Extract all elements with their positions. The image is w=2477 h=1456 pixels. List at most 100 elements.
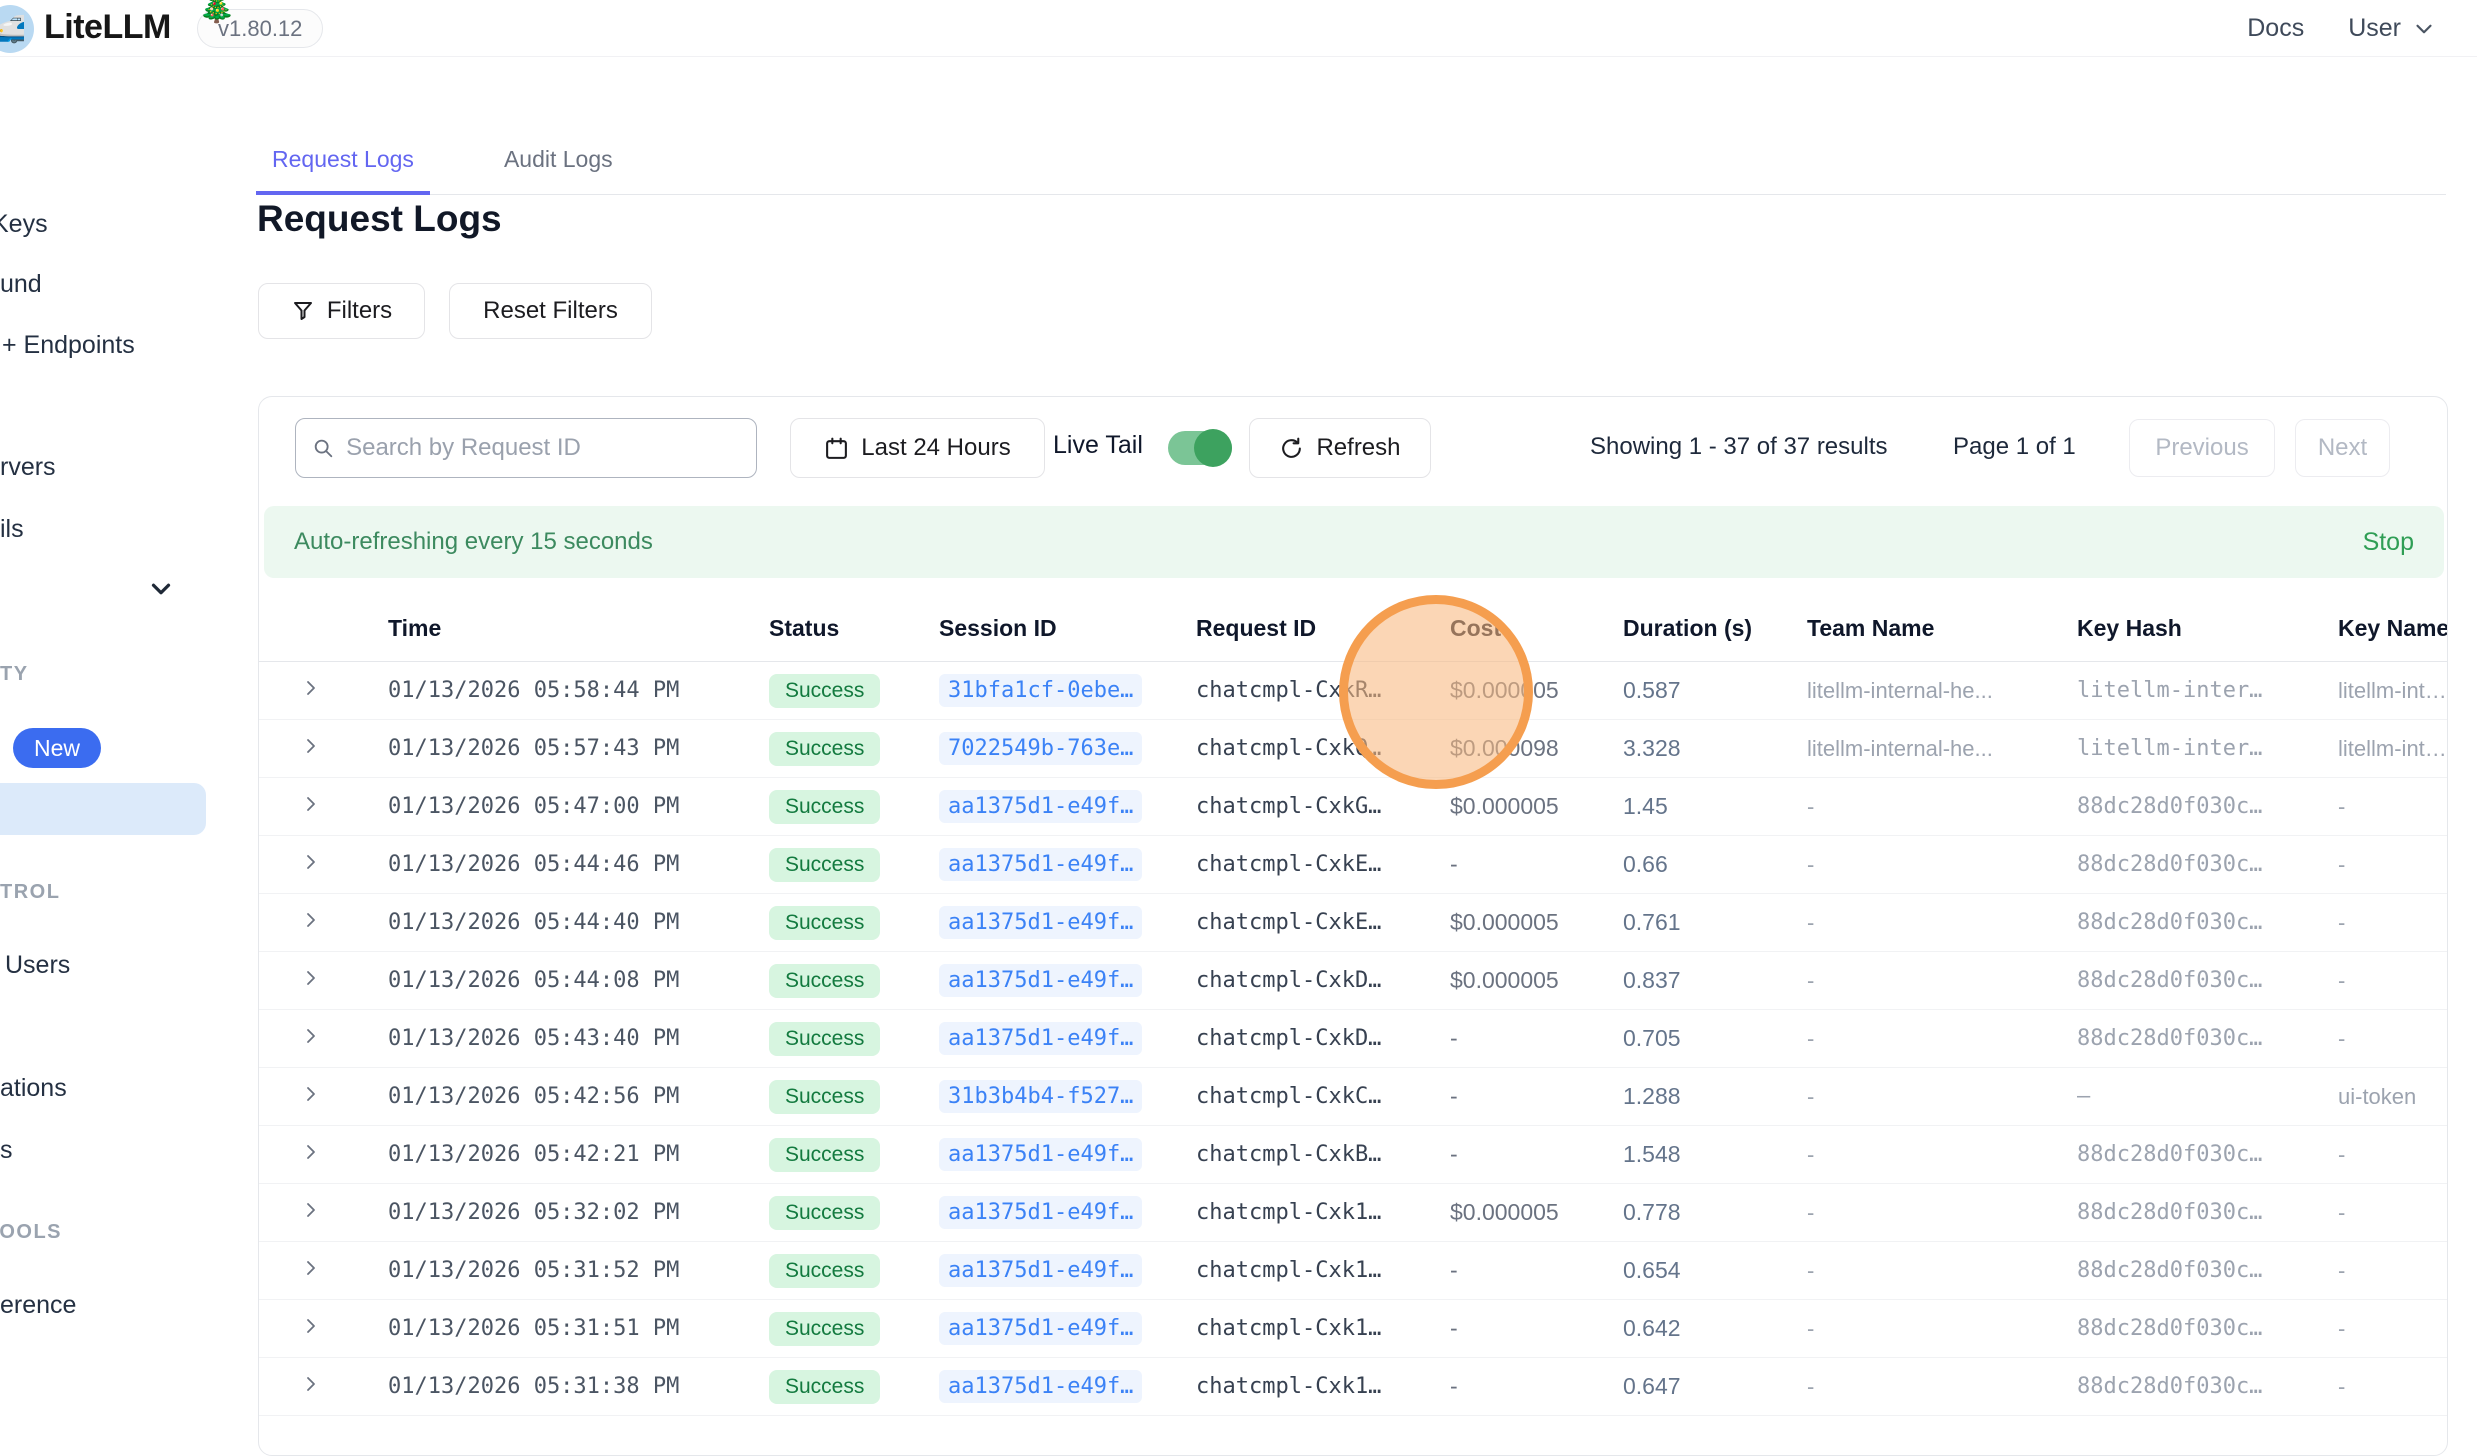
session-id-link[interactable]: aa1375d1-e49f… xyxy=(939,1138,1142,1171)
expand-row-chevron-icon[interactable] xyxy=(299,1082,323,1106)
navbar-right: Docs User xyxy=(2247,0,2437,57)
logs-card: Last 24 Hours Live Tail Refresh Showing … xyxy=(258,396,2448,1456)
sidebar-item[interactable]: und xyxy=(0,270,42,299)
table-row[interactable]: 01/13/2026 05:43:40 PM Success aa1375d1-… xyxy=(259,1010,2447,1068)
session-id-link[interactable]: aa1375d1-e49f… xyxy=(939,1254,1142,1287)
stop-auto-refresh-link[interactable]: Stop xyxy=(2363,528,2414,557)
results-summary: Showing 1 - 37 of 37 results xyxy=(1590,433,1888,461)
refresh-button[interactable]: Refresh xyxy=(1249,418,1431,478)
cell-time: 01/13/2026 05:32:02 PM xyxy=(388,1200,769,1225)
table-row[interactable]: 01/13/2026 05:44:46 PM Success aa1375d1-… xyxy=(259,836,2447,894)
expand-row-chevron-icon[interactable] xyxy=(299,1314,323,1338)
table-row[interactable]: 01/13/2026 05:47:00 PM Success aa1375d1-… xyxy=(259,778,2447,836)
refresh-icon xyxy=(1279,436,1304,461)
sidebar-item[interactable]: erence xyxy=(0,1291,76,1320)
chevron-down-icon xyxy=(2411,16,2437,42)
cell-key-name: - xyxy=(2338,1142,2448,1168)
status-badge: Success xyxy=(769,732,880,766)
previous-page-button[interactable]: Previous xyxy=(2129,419,2275,477)
expand-row-chevron-icon[interactable] xyxy=(299,850,323,874)
train-emoji-icon: 🚅 xyxy=(0,14,26,45)
table-row[interactable]: 01/13/2026 05:42:21 PM Success aa1375d1-… xyxy=(259,1126,2447,1184)
cell-team-name: - xyxy=(1807,1374,2077,1400)
live-tail-label: Live Tail xyxy=(1053,431,1143,460)
sidebar-section-label: TY xyxy=(0,663,29,686)
sidebar-item[interactable]: Users xyxy=(5,951,70,980)
cell-time: 01/13/2026 05:44:40 PM xyxy=(388,910,769,935)
next-page-button[interactable]: Next xyxy=(2295,419,2390,477)
cell-duration: 0.642 xyxy=(1623,1315,1807,1342)
table-row[interactable]: 01/13/2026 05:31:38 PM Success aa1375d1-… xyxy=(259,1358,2447,1416)
sidebar-item[interactable]: s xyxy=(0,1136,13,1165)
table-row[interactable]: 01/13/2026 05:57:43 PM Success 7022549b-… xyxy=(259,720,2447,778)
expand-row-chevron-icon[interactable] xyxy=(299,1140,323,1164)
session-id-link[interactable]: aa1375d1-e49f… xyxy=(939,1370,1142,1403)
cell-cost: $0.000005 xyxy=(1450,909,1623,936)
table-row[interactable]: 01/13/2026 05:31:51 PM Success aa1375d1-… xyxy=(259,1300,2447,1358)
user-menu[interactable]: User xyxy=(2348,14,2437,43)
table-row[interactable]: 01/13/2026 05:32:02 PM Success aa1375d1-… xyxy=(259,1184,2447,1242)
session-id-link[interactable]: 31bfa1cf-0ebe… xyxy=(939,674,1142,707)
cell-cost: $0.000098 xyxy=(1450,735,1623,762)
expand-row-chevron-icon[interactable] xyxy=(299,966,323,990)
expand-row-chevron-icon[interactable] xyxy=(299,1024,323,1048)
session-id-link[interactable]: aa1375d1-e49f… xyxy=(939,964,1142,997)
sidebar-item[interactable]: Keys xyxy=(0,210,48,239)
cell-request-id: chatcmpl-CxkR… xyxy=(1196,678,1450,703)
expand-row-chevron-icon[interactable] xyxy=(299,1372,323,1396)
filters-button[interactable]: Filters xyxy=(258,283,425,339)
previous-label: Previous xyxy=(2155,434,2248,462)
cell-key-name: - xyxy=(2338,1026,2448,1052)
docs-link[interactable]: Docs xyxy=(2247,14,2304,43)
time-range-button[interactable]: Last 24 Hours xyxy=(790,418,1045,478)
session-id-link[interactable]: 7022549b-763e… xyxy=(939,732,1142,765)
tab-request-logs[interactable]: Request Logs xyxy=(256,132,430,195)
table-row[interactable]: 01/13/2026 05:44:08 PM Success aa1375d1-… xyxy=(259,952,2447,1010)
sidebar-active-item-highlight[interactable] xyxy=(0,783,206,835)
expand-row-chevron-icon[interactable] xyxy=(299,676,323,700)
session-id-link[interactable]: aa1375d1-e49f… xyxy=(939,790,1142,823)
session-id-link[interactable]: 31b3b4b4-f527… xyxy=(939,1080,1142,1113)
table-row[interactable]: 01/13/2026 05:44:40 PM Success aa1375d1-… xyxy=(259,894,2447,952)
session-id-link[interactable]: aa1375d1-e49f… xyxy=(939,1312,1142,1345)
expand-row-chevron-icon[interactable] xyxy=(299,1198,323,1222)
sidebar-item[interactable]: + Endpoints xyxy=(2,331,135,360)
cell-key-hash: 88dc28d0f030c… xyxy=(2077,968,2338,993)
sidebar-item[interactable]: rvers xyxy=(0,453,56,482)
expand-row-chevron-icon[interactable] xyxy=(299,908,323,932)
search-input[interactable] xyxy=(346,434,740,462)
expand-row-chevron-icon[interactable] xyxy=(299,734,323,758)
table-row[interactable]: 01/13/2026 05:58:44 PM Success 31bfa1cf-… xyxy=(259,662,2447,720)
top-navbar: 🚅 LiteLLM 🎄 v1.80.12 Docs User xyxy=(0,0,2477,57)
session-id-link[interactable]: aa1375d1-e49f… xyxy=(939,848,1142,881)
reset-filters-button[interactable]: Reset Filters xyxy=(449,283,652,339)
cell-key-hash: 88dc28d0f030c… xyxy=(2077,852,2338,877)
sidebar-item[interactable]: ils xyxy=(0,515,24,544)
cell-request-id: chatcmpl-CxkB… xyxy=(1196,1142,1450,1167)
cell-duration: 0.761 xyxy=(1623,909,1807,936)
cell-request-id: chatcmpl-CxkQ… xyxy=(1196,736,1450,761)
expand-row-chevron-icon[interactable] xyxy=(299,1256,323,1280)
cell-key-hash: – xyxy=(2077,1084,2338,1109)
page-info: Page 1 of 1 xyxy=(1953,433,2076,461)
live-tail-toggle[interactable] xyxy=(1168,431,1232,465)
session-id-link[interactable]: aa1375d1-e49f… xyxy=(939,906,1142,939)
table-row[interactable]: 01/13/2026 05:42:56 PM Success 31b3b4b4-… xyxy=(259,1068,2447,1126)
filters-row: Filters Reset Filters xyxy=(258,283,652,339)
tree-emoji-icon: 🎄 xyxy=(198,0,235,25)
expand-row-chevron-icon[interactable] xyxy=(299,792,323,816)
cell-key-name: litellm-int… xyxy=(2338,678,2448,704)
filters-button-label: Filters xyxy=(327,297,392,325)
cell-duration: 0.587 xyxy=(1623,677,1807,704)
cell-key-hash: 88dc28d0f030c… xyxy=(2077,1200,2338,1225)
table-body: 01/13/2026 05:58:44 PM Success 31bfa1cf-… xyxy=(259,662,2447,1416)
sidebar-item[interactable]: ations xyxy=(0,1074,67,1103)
cell-time: 01/13/2026 05:42:21 PM xyxy=(388,1142,769,1167)
tab-audit-logs[interactable]: Audit Logs xyxy=(488,132,629,194)
column-header: Request ID xyxy=(1196,615,1450,642)
session-id-link[interactable]: aa1375d1-e49f… xyxy=(939,1022,1142,1055)
table-row[interactable]: 01/13/2026 05:31:52 PM Success aa1375d1-… xyxy=(259,1242,2447,1300)
status-badge: Success xyxy=(769,964,880,998)
sidebar-collapse-chevron-icon[interactable] xyxy=(146,574,176,604)
session-id-link[interactable]: aa1375d1-e49f… xyxy=(939,1196,1142,1229)
